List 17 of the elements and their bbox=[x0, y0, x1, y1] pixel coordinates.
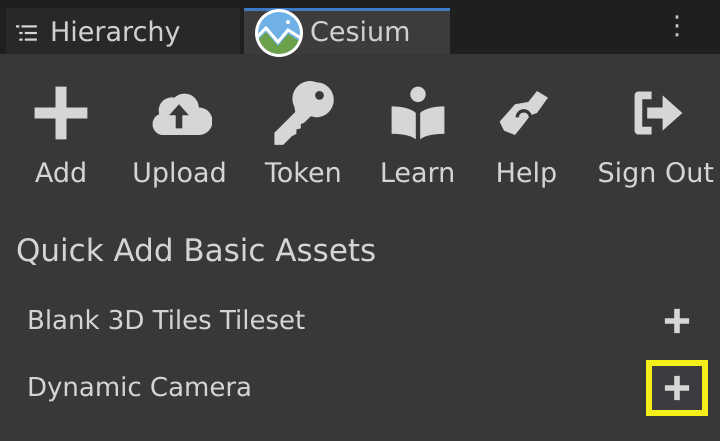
list-icon bbox=[16, 24, 38, 42]
toolbar-button[interactable]: Token bbox=[264, 80, 342, 189]
tab[interactable]: Cesium bbox=[244, 8, 450, 54]
toolbar-button[interactable]: Add bbox=[28, 80, 94, 189]
more-menu-button[interactable]: ⋮ bbox=[658, 10, 696, 42]
globe-logo-icon bbox=[254, 8, 304, 58]
plus-icon bbox=[663, 374, 691, 402]
add-button[interactable] bbox=[646, 360, 708, 416]
plus-icon bbox=[663, 306, 691, 334]
toolbar-button[interactable]: Learn bbox=[380, 80, 456, 189]
asset-name: Dynamic Camera bbox=[27, 372, 252, 402]
section-title: Quick Add Basic Assets bbox=[16, 233, 376, 269]
toolbar-button[interactable]: Upload bbox=[132, 80, 227, 189]
asset-name: Blank 3D Tiles Tileset bbox=[27, 306, 306, 336]
tab[interactable]: Hierarchy bbox=[6, 8, 240, 54]
toolbar-button[interactable]: Help bbox=[493, 80, 560, 189]
toolbar-button[interactable]: Sign Out bbox=[598, 80, 714, 189]
